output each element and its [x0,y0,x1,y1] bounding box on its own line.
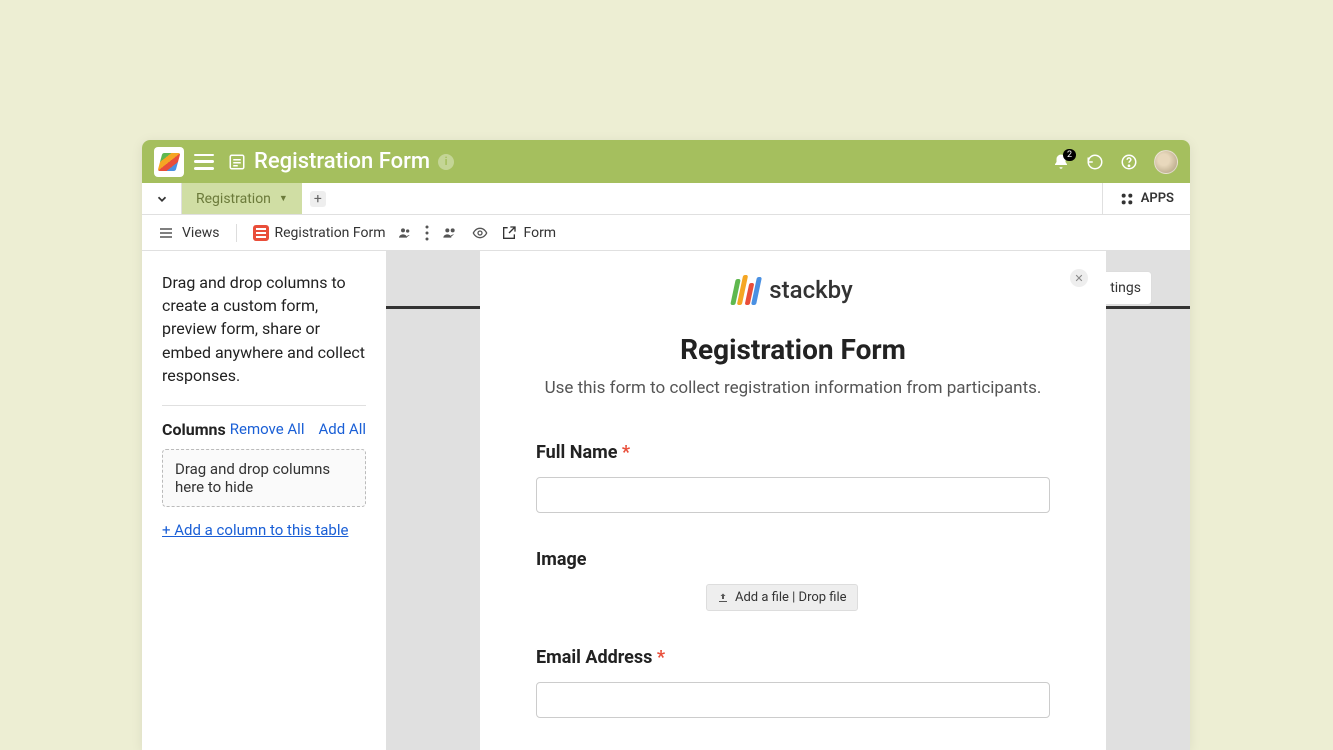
form-canvas: tings ✕ stackby Registration Form Use th… [480,251,1190,750]
columns-heading: Columns [162,420,226,439]
add-column-link[interactable]: + Add a column to this table [162,521,366,539]
sidebar-description: Drag and drop columns to create a custom… [162,271,366,387]
form-logo: stackby [536,275,1050,305]
field-email: Email Address * [536,647,1050,718]
remove-all-link[interactable]: Remove All [230,420,305,438]
top-bar: Registration Form i 2 [142,140,1190,183]
chevron-down-icon: ▼ [279,193,288,204]
views-toggle[interactable]: Views [158,225,220,241]
page-title: Registration Form [254,149,430,174]
field-image: Image Add a file | Drop file [536,549,1050,611]
history-icon[interactable] [1086,153,1104,171]
preview-icon[interactable] [471,225,489,241]
current-view[interactable]: Registration Form [253,225,386,241]
full-name-input[interactable] [536,477,1050,513]
form-title[interactable]: Registration Form [536,333,1050,366]
help-icon[interactable] [1120,153,1138,171]
add-all-link[interactable]: Add All [318,420,366,438]
field-label: Image [536,549,1050,570]
notification-badge: 2 [1063,149,1076,161]
info-icon[interactable]: i [438,154,454,170]
close-icon[interactable]: ✕ [1070,269,1088,287]
view-toolbar: Views Registration Form Form [142,215,1190,251]
canvas-background-left [386,251,480,750]
table-tab-registration[interactable]: Registration ▼ [182,183,302,214]
add-file-button[interactable]: Add a file | Drop file [706,584,858,611]
upload-icon [717,592,729,604]
table-list-toggle[interactable] [142,183,182,214]
apps-button[interactable]: APPS [1102,183,1190,214]
user-avatar[interactable] [1154,150,1178,174]
field-label: Full Name * [536,442,1050,463]
add-table-button[interactable]: + [302,183,334,214]
notifications-icon[interactable]: 2 [1052,153,1070,171]
app-logo[interactable] [154,147,184,177]
settings-tab-partial[interactable]: tings [1099,271,1152,305]
form-preview: ✕ stackby Registration Form Use this for… [480,251,1106,750]
email-input[interactable] [536,682,1050,718]
menu-icon[interactable] [194,154,214,170]
hide-columns-dropzone[interactable]: Drag and drop columns here to hide [162,449,366,507]
app-window: Registration Form i 2 Registration ▼ + [142,140,1190,750]
tab-label: Registration [196,191,271,207]
form-page-icon [228,153,246,171]
body-area: Drag and drop columns to create a custom… [142,251,1190,750]
divider [236,224,237,242]
collaborators-icon[interactable] [441,225,459,241]
share-form-button[interactable]: Form [501,225,556,241]
tab-bar: Registration ▼ + APPS [142,183,1190,215]
field-label: Email Address * [536,647,1050,668]
form-config-sidebar: Drag and drop columns to create a custom… [142,251,386,750]
form-subtitle[interactable]: Use this form to collect registration in… [536,378,1050,398]
form-view-icon [253,225,269,241]
more-options-icon[interactable] [425,225,429,241]
people-icon[interactable] [397,225,413,241]
field-full-name: Full Name * [536,442,1050,513]
